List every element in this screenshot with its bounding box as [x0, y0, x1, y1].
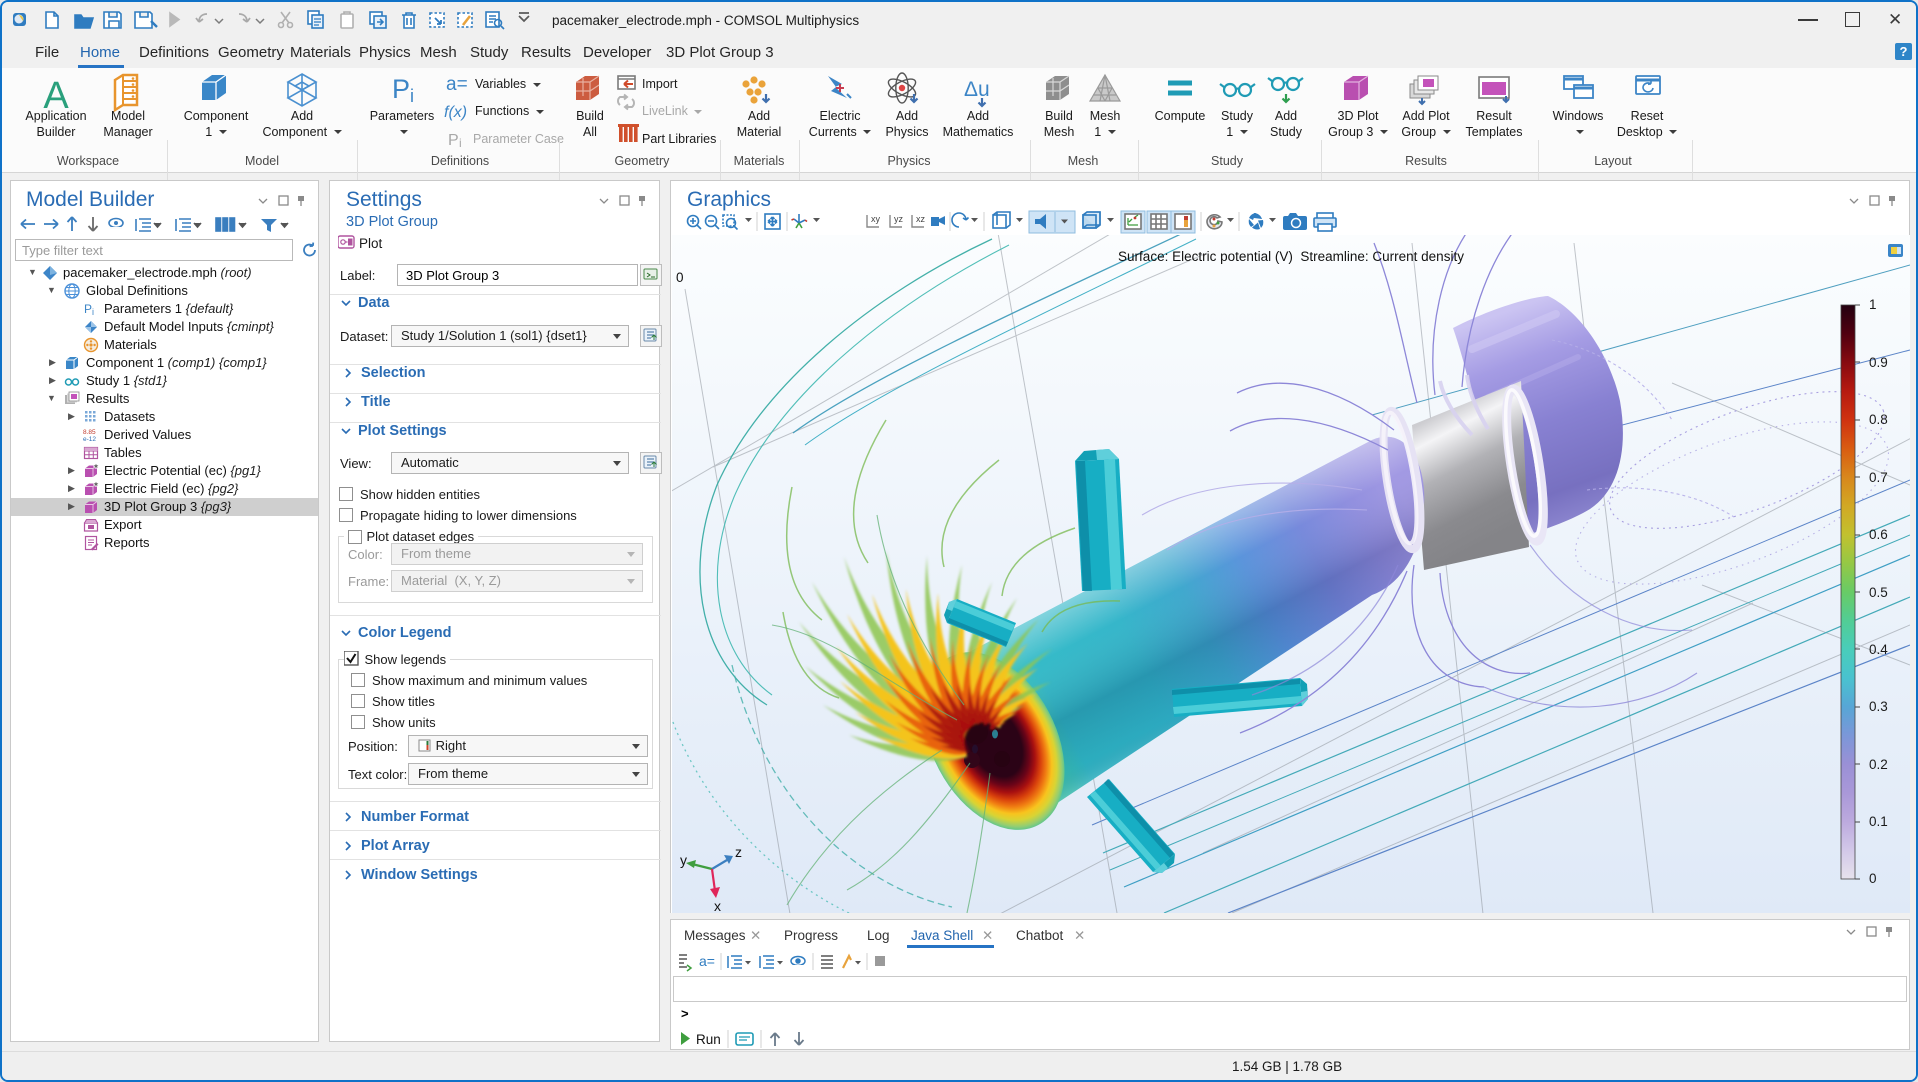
svg-text:0.1: 0.1 [1869, 814, 1888, 829]
svg-text:Surface: Electric potential (V: Surface: Electric potential (V) Streamli… [1118, 249, 1464, 264]
svg-text:i: i [92, 307, 94, 317]
svg-text:yz: yz [894, 214, 904, 224]
svg-text:0: 0 [1869, 871, 1877, 886]
svg-text:0.8: 0.8 [1869, 412, 1888, 427]
svg-text:xz: xz [916, 214, 926, 224]
svg-text:e-12: e-12 [83, 436, 96, 443]
svg-text:0.5: 0.5 [1869, 585, 1888, 600]
svg-text:0.9: 0.9 [1869, 355, 1888, 370]
svg-text:0.3: 0.3 [1869, 699, 1888, 714]
svg-text:8.85: 8.85 [83, 429, 96, 436]
svg-text:i: i [410, 86, 414, 106]
svg-text:z: z [735, 844, 742, 860]
svg-text:Run: Run [696, 1032, 721, 1047]
svg-text:0.7: 0.7 [1869, 470, 1888, 485]
svg-text:0.6: 0.6 [1869, 527, 1888, 542]
svg-text:a=: a= [446, 74, 468, 95]
svg-text:P: P [392, 74, 410, 104]
svg-text:xy: xy [871, 214, 881, 224]
svg-text:Δu: Δu [964, 78, 990, 101]
svg-text:i: i [459, 136, 462, 150]
svg-text:f(x): f(x) [444, 104, 467, 121]
svg-text:0.4: 0.4 [1869, 642, 1888, 657]
svg-text:0: 0 [676, 270, 684, 285]
svg-text:x: x [714, 898, 721, 913]
svg-text:1: 1 [1869, 297, 1877, 312]
svg-text:y: y [680, 852, 687, 868]
svg-text:0.2: 0.2 [1869, 757, 1888, 772]
svg-text:P: P [84, 302, 92, 316]
svg-text:a=: a= [699, 953, 715, 969]
svg-text:P: P [448, 132, 459, 149]
